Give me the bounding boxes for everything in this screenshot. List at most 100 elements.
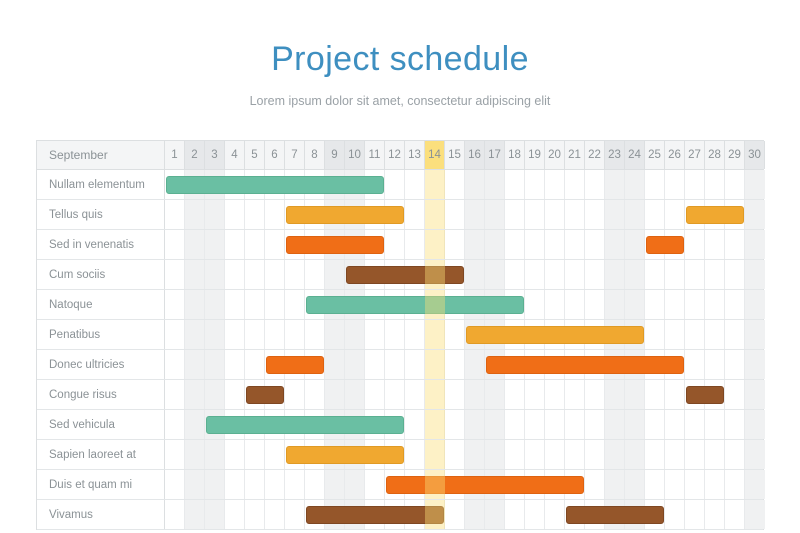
grid-cell: [165, 470, 185, 499]
task-row[interactable]: Natoque: [37, 290, 765, 320]
grid-cell: [665, 500, 685, 529]
day-header-cell-25[interactable]: 25: [645, 141, 665, 169]
day-header-cell-12[interactable]: 12: [385, 141, 405, 169]
gantt-bar[interactable]: [286, 446, 404, 464]
grid-cell: [685, 440, 705, 469]
day-header-cell-1[interactable]: 1: [165, 141, 185, 169]
day-header-cell-19[interactable]: 19: [525, 141, 545, 169]
gantt-bar[interactable]: [386, 476, 584, 494]
task-row[interactable]: Cum sociis: [37, 260, 765, 290]
day-header-cell-26[interactable]: 26: [665, 141, 685, 169]
gantt-bar[interactable]: [686, 206, 744, 224]
gantt-bar[interactable]: [286, 206, 404, 224]
grid-cell: [685, 290, 705, 319]
day-header-cell-16[interactable]: 16: [465, 141, 485, 169]
gantt-bar[interactable]: [206, 416, 404, 434]
task-row[interactable]: Sed in venenatis: [37, 230, 765, 260]
grid-cell: [685, 320, 705, 349]
day-header-cell-7[interactable]: 7: [285, 141, 305, 169]
day-header-cell-9[interactable]: 9: [325, 141, 345, 169]
day-header-cell-20[interactable]: 20: [545, 141, 565, 169]
grid-cell: [205, 290, 225, 319]
task-row[interactable]: Nullam elementum: [37, 170, 765, 200]
gantt-bar[interactable]: [646, 236, 684, 254]
day-header-cell-27[interactable]: 27: [685, 141, 705, 169]
task-row[interactable]: Sed vehicula: [37, 410, 765, 440]
grid-cell: [505, 200, 525, 229]
gantt-bar[interactable]: [266, 356, 324, 374]
day-header-cell-4[interactable]: 4: [225, 141, 245, 169]
grid-cell: [365, 380, 385, 409]
gantt-bar[interactable]: [566, 506, 664, 524]
grid-cell: [645, 410, 665, 439]
task-name: Donec ultricies: [37, 350, 165, 379]
task-row[interactable]: Congue risus: [37, 380, 765, 410]
grid-cell: [385, 380, 405, 409]
grid-cell: [745, 380, 765, 409]
day-header-cell-3[interactable]: 3: [205, 141, 225, 169]
day-header-cell-30[interactable]: 30: [745, 141, 765, 169]
gantt-bar[interactable]: [486, 356, 684, 374]
task-grid: [165, 290, 765, 319]
day-header-cell-28[interactable]: 28: [705, 141, 725, 169]
grid-cell: [405, 350, 425, 379]
day-header-cell-13[interactable]: 13: [405, 141, 425, 169]
gantt-bar[interactable]: [346, 266, 464, 284]
grid-cell: [425, 170, 445, 199]
grid-cell: [545, 230, 565, 259]
task-row[interactable]: Tellus quis: [37, 200, 765, 230]
grid-cell: [405, 410, 425, 439]
day-header-cell-18[interactable]: 18: [505, 141, 525, 169]
grid-cell: [705, 320, 725, 349]
grid-cell: [545, 260, 565, 289]
grid-cell: [445, 500, 465, 529]
task-row[interactable]: Duis et quam mi: [37, 470, 765, 500]
day-header-cell-10[interactable]: 10: [345, 141, 365, 169]
grid-cell: [425, 350, 445, 379]
grid-cell: [705, 500, 725, 529]
day-header-cell-8[interactable]: 8: [305, 141, 325, 169]
task-row[interactable]: Sapien laoreet at: [37, 440, 765, 470]
task-grid: [165, 200, 765, 229]
day-header-cell-23[interactable]: 23: [605, 141, 625, 169]
task-name: Sapien laoreet at: [37, 440, 165, 469]
grid-cell: [725, 470, 745, 499]
gantt-bar[interactable]: [166, 176, 384, 194]
chart-header-row: September 1 2 3 4 5 6 7 8 9 10 11 12 13 14 15 16 17 18 19 20…: [37, 141, 765, 170]
day-header-cell-22[interactable]: 22: [585, 141, 605, 169]
day-header-cell-17[interactable]: 17: [485, 141, 505, 169]
gantt-bar[interactable]: [246, 386, 284, 404]
day-header-cell-15[interactable]: 15: [445, 141, 465, 169]
day-header-cell-29[interactable]: 29: [725, 141, 745, 169]
day-header-cell-2[interactable]: 2: [185, 141, 205, 169]
day-header-cell-5[interactable]: 5: [245, 141, 265, 169]
gantt-bar[interactable]: [306, 506, 444, 524]
grid-cell: [585, 200, 605, 229]
grid-cell: [705, 440, 725, 469]
grid-cell: [185, 440, 205, 469]
day-header-cell-14[interactable]: 14: [425, 141, 445, 169]
grid-cell: [265, 470, 285, 499]
grid-cell: [245, 500, 265, 529]
gantt-bar[interactable]: [686, 386, 724, 404]
task-row[interactable]: Penatibus: [37, 320, 765, 350]
gantt-chart: September 1 2 3 4 5 6 7 8 9 10 11 12 13 14 15 16 17 18 19 20…: [36, 140, 765, 530]
gantt-bar[interactable]: [306, 296, 524, 314]
task-row[interactable]: Vivamus: [37, 500, 765, 530]
grid-cell: [245, 470, 265, 499]
grid-cell: [345, 380, 365, 409]
grid-cell: [225, 500, 245, 529]
day-header-cell-11[interactable]: 11: [365, 141, 385, 169]
gantt-bar[interactable]: [286, 236, 384, 254]
grid-cell: [325, 380, 345, 409]
grid-cell: [625, 230, 645, 259]
grid-cell: [505, 500, 525, 529]
grid-cell: [545, 290, 565, 319]
grid-cell: [725, 290, 745, 319]
grid-cell: [185, 200, 205, 229]
gantt-bar[interactable]: [466, 326, 644, 344]
day-header-cell-21[interactable]: 21: [565, 141, 585, 169]
day-header-cell-24[interactable]: 24: [625, 141, 645, 169]
task-row[interactable]: Donec ultricies: [37, 350, 765, 380]
day-header-cell-6[interactable]: 6: [265, 141, 285, 169]
